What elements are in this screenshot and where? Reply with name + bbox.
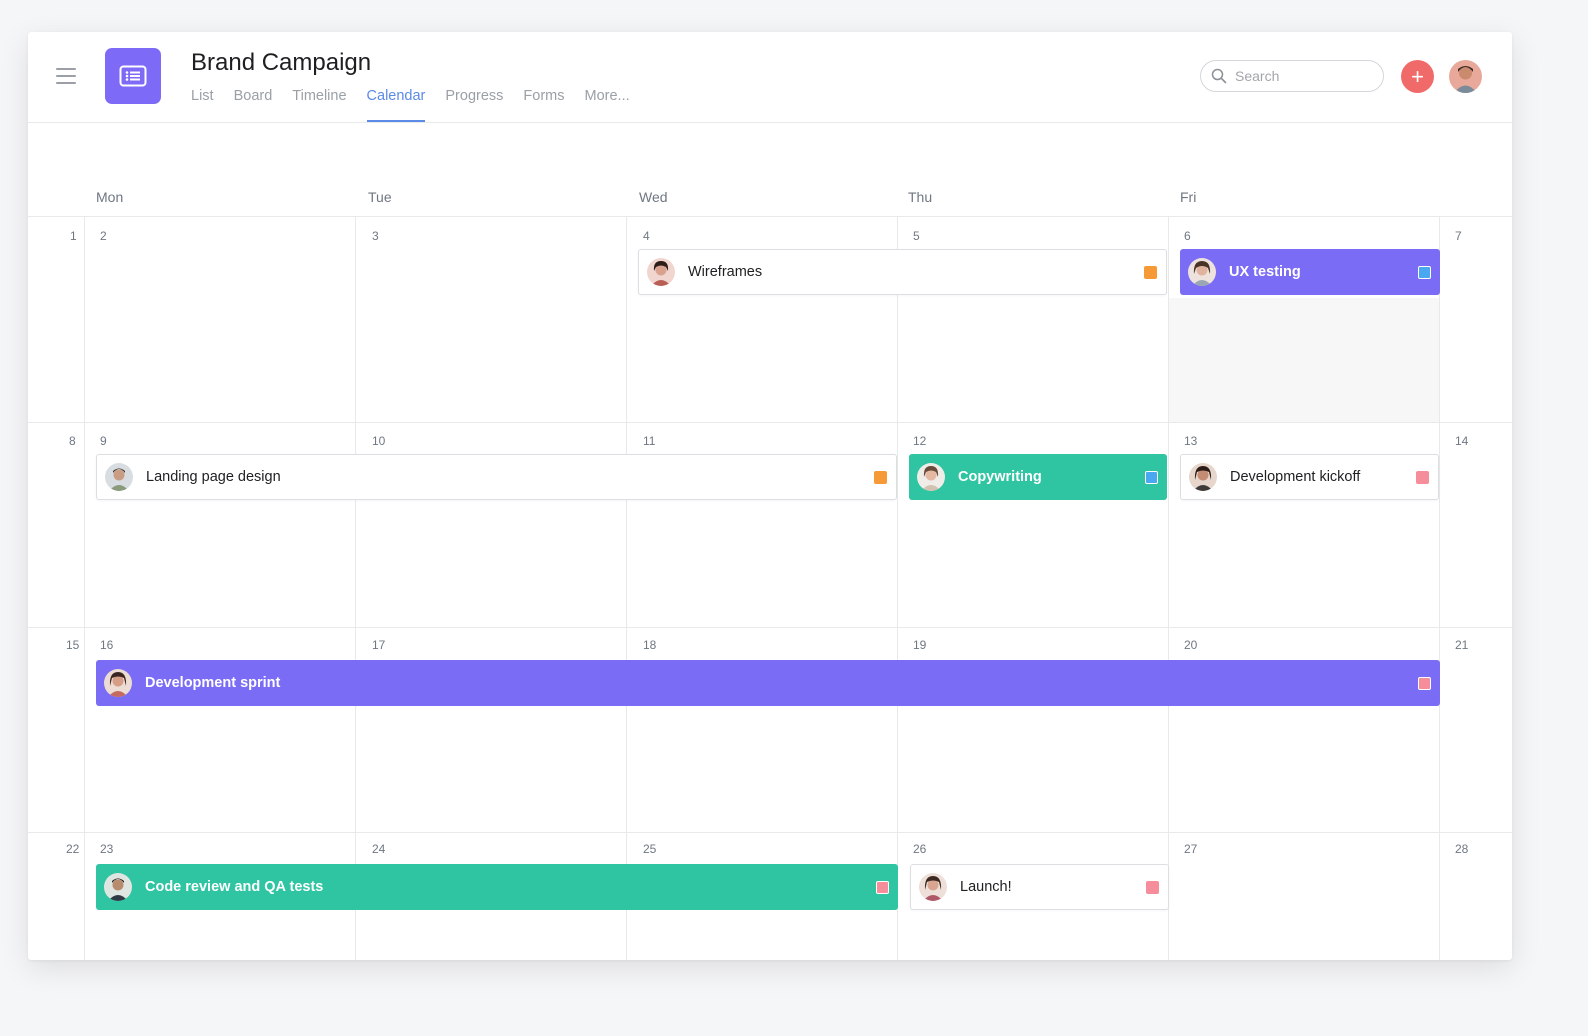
weekday-wed: Wed	[639, 189, 668, 205]
day-number: 8	[69, 434, 76, 448]
event-copywriting[interactable]: Copywriting	[909, 454, 1167, 500]
grid-line	[28, 832, 1512, 833]
assignee-avatar	[105, 463, 133, 491]
event-development-kickoff[interactable]: Development kickoff	[1180, 454, 1439, 500]
day-number: 25	[643, 842, 657, 856]
menu-icon[interactable]	[56, 68, 76, 84]
color-tag	[876, 880, 889, 894]
color-tag	[874, 470, 887, 484]
day-number: 9	[100, 434, 107, 448]
assignee-avatar	[1189, 463, 1217, 491]
event-label: Development kickoff	[1230, 469, 1361, 485]
day-number: 23	[100, 842, 114, 856]
tab-list[interactable]: List	[191, 88, 214, 121]
event-label: Launch!	[960, 879, 1012, 895]
day-number: 24	[372, 842, 386, 856]
day-number: 2	[100, 229, 107, 243]
grid-line	[1439, 216, 1440, 960]
weekday-mon: Mon	[96, 189, 124, 205]
event-ux-testing[interactable]: UX testing	[1180, 249, 1440, 295]
day-number: 17	[372, 638, 386, 652]
app-window: Brand Campaign List Board Timeline Calen…	[28, 32, 1512, 960]
day-number: 18	[643, 638, 657, 652]
grid-line	[1168, 216, 1169, 960]
color-tag	[1418, 265, 1431, 279]
tab-board[interactable]: Board	[234, 88, 273, 121]
search-input[interactable]	[1233, 67, 1367, 85]
event-label: Copywriting	[958, 469, 1042, 485]
event-code-review-qa[interactable]: Code review and QA tests	[96, 864, 898, 910]
assignee-avatar	[104, 669, 132, 697]
weekday-fri: Fri	[1180, 189, 1197, 205]
assignee-avatar	[1188, 258, 1216, 286]
event-label: UX testing	[1229, 264, 1301, 280]
tab-more[interactable]: More...	[585, 88, 630, 121]
day-number: 28	[1455, 842, 1469, 856]
assignee-avatar	[104, 873, 132, 901]
color-tag	[1416, 470, 1429, 484]
event-label: Wireframes	[688, 264, 763, 280]
user-avatar[interactable]	[1449, 60, 1482, 93]
day-number: 12	[913, 434, 927, 448]
grid-line	[897, 216, 898, 960]
weekday-tue: Tue	[368, 189, 392, 205]
day-number: 21	[1455, 638, 1469, 652]
grid-line	[84, 216, 85, 960]
event-development-sprint[interactable]: Development sprint	[96, 660, 1440, 706]
day-number: 14	[1455, 434, 1469, 448]
day-number: 13	[1184, 434, 1198, 448]
day-number: 6	[1184, 229, 1191, 243]
weekday-thu: Thu	[908, 189, 933, 205]
day-number: 1	[70, 229, 77, 243]
event-landing-page-design[interactable]: Landing page design	[96, 454, 897, 500]
day-number: 5	[913, 229, 920, 243]
day-number: 19	[913, 638, 927, 652]
day-number: 20	[1184, 638, 1198, 652]
event-label: Development sprint	[145, 675, 281, 691]
project-list-icon[interactable]	[105, 48, 161, 104]
day-number: 11	[643, 434, 656, 448]
grid-line	[355, 216, 356, 960]
color-tag	[1418, 676, 1431, 690]
project-tabs: List Board Timeline Calendar Progress Fo…	[191, 88, 650, 122]
grid-line	[28, 422, 1512, 423]
tab-timeline[interactable]: Timeline	[292, 88, 346, 121]
assignee-avatar	[917, 463, 945, 491]
day-number: 22	[66, 842, 80, 856]
cell-shade	[1168, 298, 1439, 422]
tab-forms[interactable]: Forms	[523, 88, 564, 121]
assignee-avatar	[647, 258, 675, 286]
project-header: Brand Campaign List Board Timeline Calen…	[28, 32, 1512, 123]
search-box[interactable]	[1200, 60, 1384, 92]
event-label: Code review and QA tests	[145, 879, 324, 895]
day-number: 4	[643, 229, 650, 243]
grid-line	[28, 627, 1512, 628]
color-tag	[1144, 265, 1157, 279]
grid-line	[28, 216, 1512, 217]
tab-progress[interactable]: Progress	[445, 88, 503, 121]
day-number: 26	[913, 842, 927, 856]
project-title: Brand Campaign	[191, 49, 372, 76]
plus-icon[interactable]: +	[1401, 60, 1434, 93]
day-number: 27	[1184, 842, 1198, 856]
search-icon	[1211, 68, 1227, 84]
event-launch[interactable]: Launch!	[910, 864, 1169, 910]
event-wireframes[interactable]: Wireframes	[638, 249, 1167, 295]
day-number: 3	[372, 229, 379, 243]
grid-line	[626, 216, 627, 960]
day-number: 7	[1455, 229, 1462, 243]
day-number: 10	[372, 434, 386, 448]
event-label: Landing page design	[146, 469, 281, 485]
color-tag	[1145, 470, 1158, 484]
assignee-avatar	[919, 873, 947, 901]
color-tag	[1146, 880, 1159, 894]
day-number: 15	[66, 638, 80, 652]
day-number: 16	[100, 638, 114, 652]
tab-calendar[interactable]: Calendar	[366, 88, 425, 122]
